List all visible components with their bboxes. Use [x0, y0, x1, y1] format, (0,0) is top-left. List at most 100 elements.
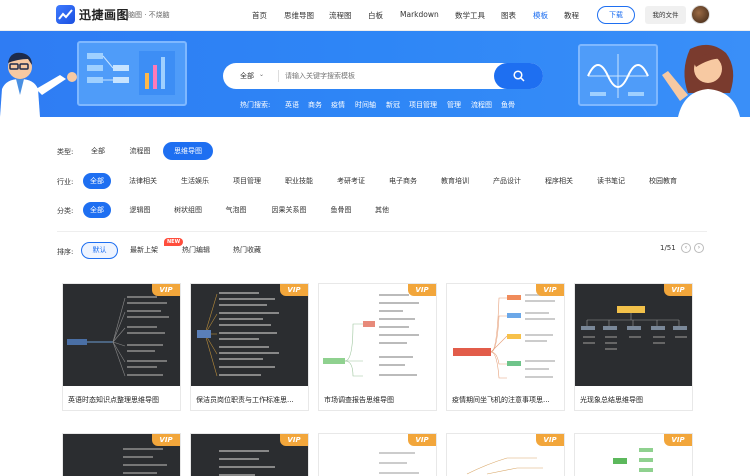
industry-option-all[interactable]: 全部 [83, 173, 111, 189]
template-card[interactable]: VIP 光现象总结思维导图 [574, 283, 693, 411]
template-thumbnail [319, 284, 436, 386]
industry-option[interactable]: 电子商务 [383, 173, 423, 189]
template-card[interactable]: VIP 保洁员岗位职责与工作标准思... [190, 283, 309, 411]
brand-slogan: 脑图 · 不烧脑 [128, 11, 170, 19]
template-card[interactable]: VIP 市场调查报告思维导图 [318, 283, 437, 411]
industry-option[interactable]: 教育培训 [435, 173, 475, 189]
template-card[interactable]: VIP [574, 433, 693, 476]
download-button[interactable]: 下载 [597, 6, 635, 24]
template-thumbnail [575, 284, 692, 386]
sort-option-hot-edit[interactable]: 热门编辑 [178, 242, 214, 259]
template-card[interactable]: VIP 英语时态知识点整理思维导图 [62, 283, 181, 411]
nav-math-tools[interactable]: 数学工具 [455, 10, 485, 21]
category-option[interactable]: 鱼骨图 [323, 202, 359, 218]
category-option[interactable]: 气泡图 [218, 202, 254, 218]
prev-page-button[interactable]: ‹ [681, 243, 691, 253]
search-icon [513, 70, 525, 82]
hot-keyword[interactable]: 鱼骨 [501, 100, 515, 110]
industry-option[interactable]: 项目管理 [227, 173, 267, 189]
hot-keyword[interactable]: 新冠 [386, 100, 400, 110]
category-filter-label: 分类: [57, 207, 74, 215]
template-thumbnail [191, 284, 308, 386]
category-option-all[interactable]: 全部 [83, 202, 111, 218]
nav-tutorials[interactable]: 教程 [564, 10, 579, 21]
template-card[interactable]: VIP [446, 433, 565, 476]
industry-filter-label: 行业: [57, 178, 74, 186]
vip-badge: VIP [280, 434, 308, 446]
vip-badge: VIP [664, 434, 692, 446]
hot-keyword[interactable]: 流程图 [471, 100, 492, 110]
sort-option-newest[interactable]: 最新上架 [126, 242, 162, 259]
hot-keyword[interactable]: 商务 [308, 100, 322, 110]
sort-label: 排序: [57, 248, 74, 256]
industry-option[interactable]: 程序相关 [539, 173, 579, 189]
top-navigation-bar: 迅捷画图 脑图 · 不烧脑 首页 思维导图 流程图 白板 Markdown 数学… [0, 0, 750, 31]
sort-option-default[interactable]: 默认 [81, 242, 118, 259]
page-indicator: 1/51 [660, 244, 676, 252]
type-option-all[interactable]: 全部 [83, 143, 113, 159]
brand-logo[interactable]: 迅捷画图 [56, 5, 129, 24]
person-illustration-right [662, 44, 740, 117]
hot-keyword[interactable]: 时间轴 [355, 100, 376, 110]
template-thumbnail [63, 284, 180, 386]
category-option[interactable]: 因果关系图 [265, 202, 313, 218]
hot-keyword[interactable]: 英语 [285, 100, 299, 110]
nav-flowchart[interactable]: 流程图 [329, 10, 352, 21]
industry-option[interactable]: 职业技能 [279, 173, 319, 189]
type-option-flowchart[interactable]: 流程图 [122, 143, 158, 159]
search-divider [278, 70, 279, 82]
logo-icon [56, 5, 75, 24]
template-card[interactable]: VIP 疫情期间坐飞机的注意事项思... [446, 283, 565, 411]
my-files-button[interactable]: 我的文件 [645, 6, 686, 24]
type-filter-label: 类型: [57, 148, 74, 156]
brand-name: 迅捷画图 [79, 8, 130, 22]
industry-option[interactable]: 考研考证 [331, 173, 371, 189]
vip-badge: VIP [280, 284, 308, 296]
template-title: 光现象总结思维导图 [580, 396, 643, 404]
next-page-button[interactable]: › [694, 243, 704, 253]
template-card[interactable]: VIP [62, 433, 181, 476]
chevron-down-icon[interactable]: ⌄ [259, 71, 264, 78]
nav-templates[interactable]: 模板 [533, 10, 548, 21]
industry-option[interactable]: 法律相关 [123, 173, 163, 189]
hot-keyword[interactable]: 项目管理 [409, 100, 437, 110]
person-illustration-left [0, 52, 77, 117]
nav-markdown[interactable]: Markdown [400, 10, 439, 19]
category-option[interactable]: 其他 [368, 202, 396, 218]
hot-keyword[interactable]: 管理 [447, 100, 461, 110]
type-option-mindmap[interactable]: 思维导图 [163, 142, 213, 160]
vip-badge: VIP [408, 434, 436, 446]
nav-mindmap[interactable]: 思维导图 [284, 10, 314, 21]
category-option[interactable]: 树状组图 [168, 202, 208, 218]
nav-home[interactable]: 首页 [252, 10, 267, 21]
hot-search-label: 热门搜索: [240, 101, 271, 109]
search-banner: 全部 ⌄ 热门搜索: 英语 商务 疫情 时间轴 新冠 项目管理 管理 流程图 鱼… [0, 31, 750, 117]
search-bar: 全部 ⌄ [223, 63, 543, 89]
vip-badge: VIP [152, 434, 180, 446]
vip-badge: VIP [664, 284, 692, 296]
nav-whiteboard[interactable]: 白板 [368, 10, 383, 21]
template-title: 市场调查报告思维导图 [324, 396, 394, 404]
template-title: 英语时态知识点整理思维导图 [68, 396, 159, 404]
template-title: 保洁员岗位职责与工作标准思... [196, 396, 294, 404]
search-scope-select[interactable]: 全部 [240, 71, 254, 81]
template-thumbnail [447, 284, 564, 386]
vip-badge: VIP [536, 434, 564, 446]
nav-charts[interactable]: 图表 [501, 10, 516, 21]
vip-badge: VIP [408, 284, 436, 296]
template-card[interactable]: VIP [318, 433, 437, 476]
category-option[interactable]: 逻辑图 [122, 202, 158, 218]
template-title: 疫情期间坐飞机的注意事项思... [452, 396, 550, 404]
template-card[interactable]: VIP [190, 433, 309, 476]
industry-option[interactable]: 产品设计 [487, 173, 527, 189]
industry-option[interactable]: 校园教育 [643, 173, 683, 189]
filter-divider [57, 231, 707, 232]
industry-option[interactable]: 生活娱乐 [175, 173, 215, 189]
search-input[interactable] [285, 67, 485, 85]
avatar[interactable] [691, 5, 710, 24]
search-button[interactable] [494, 63, 543, 89]
vip-badge: VIP [536, 284, 564, 296]
sort-option-hot-fav[interactable]: 热门收藏 [229, 242, 265, 259]
hot-keyword[interactable]: 疫情 [331, 100, 345, 110]
industry-option[interactable]: 读书笔记 [591, 173, 631, 189]
